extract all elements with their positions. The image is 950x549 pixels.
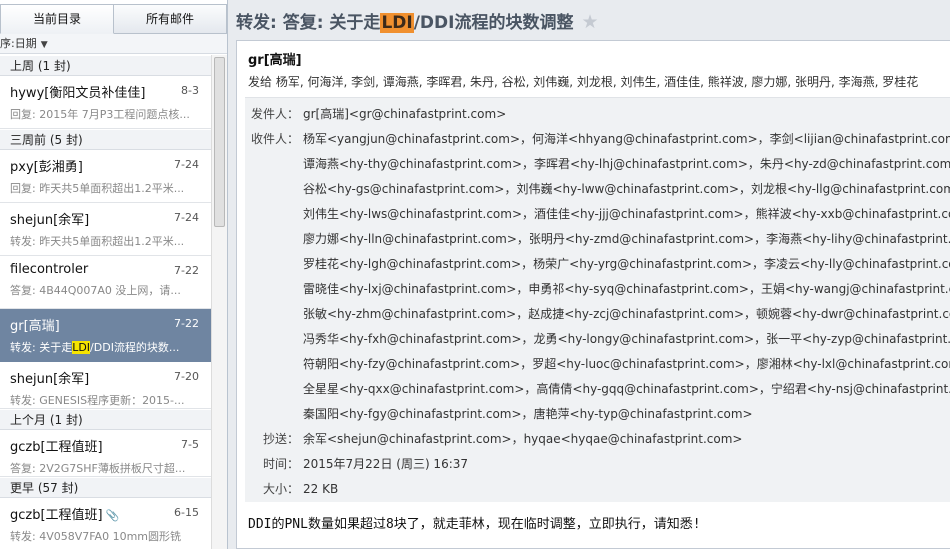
- list-item[interactable]: gczb[工程值班] 7-5 答复: 2V2G7SHF薄板拼板尺寸超...: [0, 430, 211, 477]
- search-highlight: LDI: [72, 341, 91, 354]
- from-label: 发件人：: [251, 107, 300, 121]
- recipient-list: 杨军<yangjun@chinafastprint.com>，何海洋<hhyan…: [303, 127, 950, 427]
- from-address[interactable]: gr[高瑞]<gr@chinafastprint.com>: [303, 102, 506, 127]
- message-header-details: 发件人： gr[高瑞]<gr@chinafastprint.com> 收件人： …: [245, 97, 950, 502]
- mail-preview: 回复: 昨天共5单面积超出1.2平米...: [10, 182, 185, 195]
- mail-sender: shejun[余军]: [10, 372, 90, 387]
- preview-text: 转发: 关于走: [10, 341, 73, 354]
- time-label: 时间：: [263, 457, 300, 471]
- mail-date: 7-24: [174, 158, 199, 171]
- recipient-line[interactable]: 罗桂花<hy-lgh@chinafastprint.com>，杨荣广<hy-yr…: [303, 252, 950, 277]
- sent-time: 2015年7月22日 (周三) 16:37: [303, 457, 469, 471]
- list-item-selected[interactable]: gr[高瑞] 7-22 转发: 关于走LDI/DDI流程的块数...: [0, 309, 211, 362]
- recipient-line[interactable]: 谷松<hy-gs@chinafastprint.com>，刘伟巍<hy-lww@…: [303, 177, 950, 202]
- message-subject: 转发: 答复: 关于走LDI/DDI流程的块数调整 ★: [236, 8, 599, 36]
- mail-sender: hywy[衡阳文员补佳佳]: [10, 86, 146, 101]
- list-item[interactable]: pxy[彭湘勇] 7-24 回复: 昨天共5单面积超出1.2平米...: [0, 150, 211, 203]
- tab-current-dir[interactable]: 当前目录: [0, 4, 114, 34]
- star-icon[interactable]: ★: [581, 11, 598, 33]
- recipient-line[interactable]: 全星星<hy-qxx@chinafastprint.com>，高倩倩<hy-gq…: [303, 377, 950, 402]
- mail-preview: 回复: 2015年 7月P3工程问题点核...: [10, 108, 190, 121]
- cc-label: 抄送：: [263, 432, 300, 446]
- mail-date: 8-3: [181, 84, 199, 97]
- message-body: DDI的PNL数量如果超过8块了，就走菲林，现在临时调整，立即执行，请知悉!: [248, 517, 701, 532]
- mail-preview: 答复: 4B44Q007A0 没上网，请...: [10, 284, 181, 297]
- mail-preview: 转发: 昨天共5单面积超出1.2平米...: [10, 235, 185, 248]
- recipient-line[interactable]: 雷晓佳<hy-lxj@chinafastprint.com>，申勇祁<hy-sy…: [303, 277, 950, 302]
- mail-date: 7-20: [174, 370, 199, 383]
- recipient-line[interactable]: 廖力娜<hy-lln@chinafastprint.com>，张明丹<hy-zm…: [303, 227, 950, 252]
- group-header[interactable]: 更早 (57 封): [0, 477, 211, 498]
- sort-label: 序:日期: [0, 37, 37, 50]
- list-item[interactable]: hywy[衡阳文员补佳佳] 8-3 回复: 2015年 7月P3工程问题点核..…: [0, 76, 211, 129]
- mail-date: 6-15: [174, 506, 199, 519]
- recipient-line[interactable]: 杨军<yangjun@chinafastprint.com>，何海洋<hhyan…: [303, 127, 950, 152]
- scrollbar-thumb[interactable]: [214, 57, 225, 227]
- mail-preview: 转发: 关于走LDI/DDI流程的块数...: [10, 339, 201, 355]
- sort-dropdown[interactable]: 序:日期 ▼: [0, 34, 227, 54]
- to-label: 收件人：: [251, 132, 300, 146]
- mail-preview: 转发: GENESIS程序更新：2015-...: [10, 394, 185, 407]
- cc-addresses[interactable]: 余军<shejun@chinafastprint.com>，hyqae<hyqa…: [303, 427, 742, 452]
- subject-highlight: LDI: [380, 13, 414, 33]
- folder-tabs: 当前目录 所有邮件: [0, 4, 227, 34]
- message-sent-to: 发给 杨军, 何海洋, 李剑, 谭海燕, 李晖君, 朱丹, 谷松, 刘伟巍, 刘…: [248, 75, 919, 89]
- list-item[interactable]: gczb[工程值班] 📎 6-15 转发: 4V058V7FA0 10mm圆形铣: [0, 498, 211, 549]
- message-size: 22 KB: [303, 482, 339, 496]
- recipient-line[interactable]: 冯秀华<hy-fxh@chinafastprint.com>，龙勇<hy-lon…: [303, 327, 950, 352]
- list-item[interactable]: shejun[余军] 7-20 转发: GENESIS程序更新：2015-...: [0, 362, 211, 409]
- recipient-line[interactable]: 张敏<hy-zhm@chinafastprint.com>，赵成捷<hy-zcj…: [303, 302, 950, 327]
- group-header[interactable]: 上周 (1 封): [0, 55, 211, 76]
- mail-date: 7-5: [181, 438, 199, 451]
- mail-date: 7-24: [174, 211, 199, 224]
- mail-preview: 转发: 4V058V7FA0 10mm圆形铣: [10, 530, 182, 543]
- recipient-line[interactable]: 符朝阳<hy-fzy@chinafastprint.com>，罗超<hy-luo…: [303, 352, 950, 377]
- mail-list-scrollbar[interactable]: [211, 55, 227, 549]
- size-label: 大小：: [263, 482, 300, 496]
- mail-sender: filecontroler: [10, 262, 89, 277]
- message-sender[interactable]: gr[高瑞]: [248, 49, 302, 68]
- tab-all-mail[interactable]: 所有邮件: [114, 4, 227, 34]
- subject-text: /DDI流程的块数调整: [413, 13, 574, 33]
- group-header[interactable]: 三周前 (5 封): [0, 129, 211, 150]
- mail-sender: shejun[余军]: [10, 213, 90, 228]
- mail-preview: 答复: 2V2G7SHF薄板拼板尺寸超...: [10, 462, 186, 475]
- mail-sender-name: gczb[工程值班]: [10, 508, 103, 523]
- message-pane: gr[高瑞] 发给 杨军, 何海洋, 李剑, 谭海燕, 李晖君, 朱丹, 谷松,…: [236, 40, 950, 549]
- mail-sender: gczb[工程值班]: [10, 440, 103, 455]
- chevron-down-icon: ▼: [40, 40, 48, 50]
- mail-sender: gr[高瑞]: [10, 319, 60, 334]
- mail-list-panel: 当前目录 所有邮件 序:日期 ▼ 上周 (1 封) hywy[衡阳文员补佳佳] 8…: [0, 0, 228, 549]
- subject-text: 转发: 答复: 关于走: [236, 13, 381, 33]
- mail-list: 上周 (1 封) hywy[衡阳文员补佳佳] 8-3 回复: 2015年 7月P…: [0, 55, 211, 549]
- recipient-line[interactable]: 谭海燕<hy-thy@chinafastprint.com>，李晖君<hy-lh…: [303, 152, 950, 177]
- mail-date: 7-22: [174, 317, 199, 330]
- recipient-line[interactable]: 刘伟生<hy-lws@chinafastprint.com>，酒佳佳<hy-jj…: [303, 202, 950, 227]
- mail-sender: pxy[彭湘勇]: [10, 160, 83, 175]
- mail-sender: gczb[工程值班] 📎: [10, 504, 160, 523]
- list-item[interactable]: shejun[余军] 7-24 转发: 昨天共5单面积超出1.2平米...: [0, 203, 211, 256]
- mail-date: 7-22: [174, 264, 199, 277]
- recipient-line[interactable]: 秦国阳<hy-fgy@chinafastprint.com>，唐艳萍<hy-ty…: [303, 402, 950, 427]
- paperclip-icon: 📎: [105, 509, 120, 522]
- list-item[interactable]: filecontroler 7-22 答复: 4B44Q007A0 没上网，请.…: [0, 256, 211, 309]
- group-header[interactable]: 上个月 (1 封): [0, 409, 211, 430]
- preview-text: /DDI流程的块数...: [90, 341, 180, 354]
